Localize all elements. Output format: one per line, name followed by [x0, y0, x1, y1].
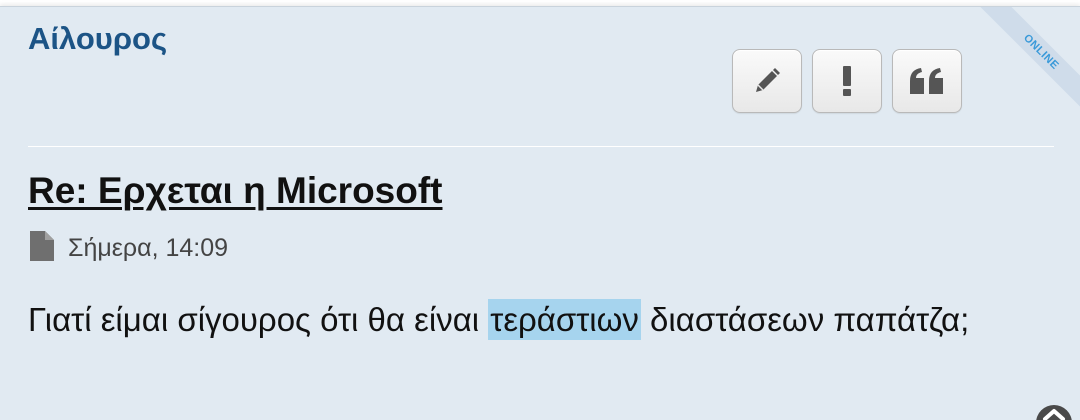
post-body-text: Γιατί είμαι σίγουρος ότι θα είναι — [28, 301, 489, 338]
scroll-to-top-button[interactable] — [1036, 405, 1072, 420]
post-actions — [732, 49, 962, 113]
divider — [28, 146, 1054, 147]
online-status-badge: ONLINE — [973, 7, 1080, 120]
exclamation-icon — [840, 65, 854, 97]
post-title[interactable]: Re: Ερχεται η Microsoft — [28, 170, 443, 212]
selected-text: τεράστιων — [488, 299, 641, 340]
quote-button[interactable] — [892, 49, 962, 113]
pencil-icon — [752, 66, 782, 96]
edit-button[interactable] — [732, 49, 802, 113]
post-container: Αίλουρος ONLINE Re: Ερχεται η Microsoft … — [0, 6, 1080, 420]
report-button[interactable] — [812, 49, 882, 113]
document-icon — [30, 231, 54, 266]
post-body: Γιατί είμαι σίγουρος ότι θα είναι τεράστ… — [28, 297, 1028, 342]
post-author[interactable]: Αίλουρος — [28, 21, 167, 57]
post-meta: Σήμερα, 14:09 — [30, 231, 228, 266]
chevron-up-icon — [1042, 405, 1066, 420]
post-date: Σήμερα, 14:09 — [68, 234, 229, 262]
post-body-text-rest: διαστάσεων παπάτζα; — [640, 301, 970, 338]
quote-icon — [909, 67, 945, 95]
